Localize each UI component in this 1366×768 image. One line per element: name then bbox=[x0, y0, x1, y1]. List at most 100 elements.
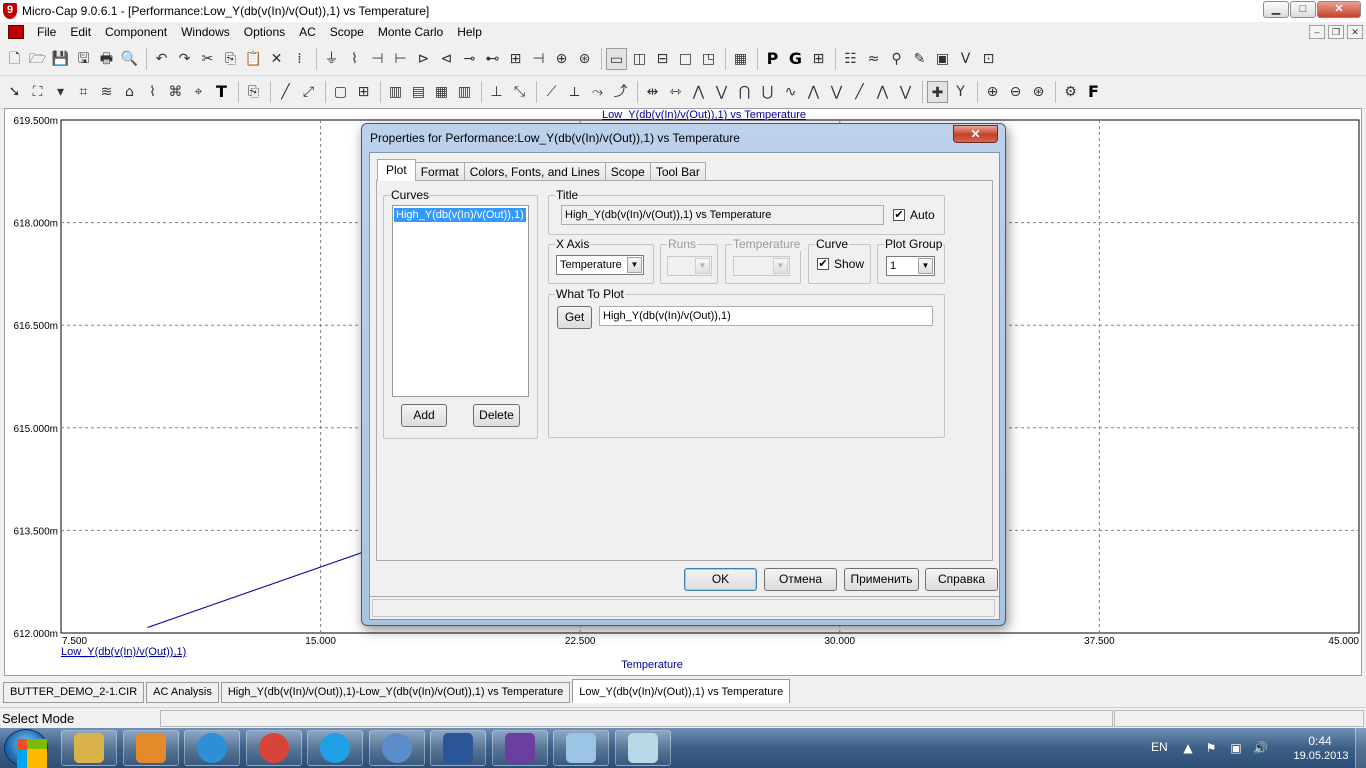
mdi-restore-button[interactable]: ❐ bbox=[1328, 25, 1344, 39]
microcap-app-icon[interactable]: 9 bbox=[3, 3, 17, 19]
top-icon[interactable]: ╱ bbox=[849, 81, 870, 103]
window-layout-4-icon[interactable]: □ bbox=[675, 48, 696, 70]
menu-component[interactable]: Component bbox=[98, 25, 174, 39]
cancel-button[interactable]: Отмена bbox=[764, 568, 837, 591]
dialog-close-button[interactable]: ✕ bbox=[953, 125, 998, 143]
flag-mode-icon[interactable]: ⌇ bbox=[142, 81, 163, 103]
tab-scope[interactable]: Scope bbox=[604, 162, 651, 181]
menu-windows[interactable]: Windows bbox=[174, 25, 237, 39]
menu-help[interactable]: Help bbox=[450, 25, 489, 39]
mdi-minimize-button[interactable]: – bbox=[1309, 25, 1325, 39]
select-all-icon[interactable]: ⁞ bbox=[289, 48, 310, 70]
table-icon[interactable]: ⊞ bbox=[808, 48, 829, 70]
window-layout-2-icon[interactable]: ◫ bbox=[629, 48, 650, 70]
doc-tab-low-performance[interactable]: Low_Y(db(v(In)/v(Out)),1) vs Temperature bbox=[572, 679, 791, 703]
language-indicator[interactable]: EN bbox=[1151, 740, 1168, 754]
cursor-right-icon[interactable]: ⇿ bbox=[665, 81, 686, 103]
window-layout-3-icon[interactable]: ⊟ bbox=[652, 48, 673, 70]
rectangle-icon[interactable]: ▢ bbox=[330, 81, 351, 103]
tag-y-icon[interactable]: Y bbox=[950, 81, 971, 103]
tangent-icon[interactable]: ⤡ bbox=[509, 81, 530, 103]
node-mode-icon[interactable]: ⌂ bbox=[119, 81, 140, 103]
battery-icon[interactable]: ⊲ bbox=[436, 48, 457, 70]
graphics-icon[interactable]: ⎘ bbox=[243, 81, 264, 103]
taskbar-button[interactable] bbox=[122, 730, 179, 766]
capacitor-icon[interactable]: ⊣ bbox=[367, 48, 388, 70]
slope-icon[interactable]: ⟋ bbox=[541, 81, 562, 103]
waveform-icon[interactable]: ≈ bbox=[863, 48, 884, 70]
get-button[interactable]: Get bbox=[557, 306, 592, 329]
switch-icon[interactable]: ⊣ bbox=[528, 48, 549, 70]
help-button[interactable]: Справка bbox=[925, 568, 998, 591]
inflection-icon[interactable]: ∿ bbox=[780, 81, 801, 103]
plot-button[interactable]: G bbox=[785, 48, 806, 70]
tag-x-icon[interactable]: ✚ bbox=[927, 81, 948, 103]
taskbar-button[interactable] bbox=[553, 730, 609, 766]
print-icon[interactable]: 🖶 bbox=[96, 48, 117, 70]
zoom-fit-icon[interactable]: ⊛ bbox=[1028, 81, 1049, 103]
cut-icon[interactable]: ✂ bbox=[197, 48, 218, 70]
transistor-icon[interactable]: ⊸ bbox=[459, 48, 480, 70]
paste-icon[interactable]: 📋 bbox=[243, 48, 264, 70]
bus-mode-icon[interactable]: ≋ bbox=[96, 81, 117, 103]
horizontal-tag-icon[interactable]: ⤳ bbox=[587, 81, 608, 103]
save-all-icon[interactable]: 🖫 bbox=[73, 48, 94, 70]
menu-monte-carlo[interactable]: Monte Carlo bbox=[371, 25, 450, 39]
axis-grid-1-icon[interactable]: ▥ bbox=[385, 81, 406, 103]
window-layout-1-icon[interactable]: ▭ bbox=[606, 48, 627, 70]
print-preview-icon[interactable]: 🔍 bbox=[119, 48, 140, 70]
dropdown-arrow-icon[interactable]: ▾ bbox=[50, 81, 71, 103]
clock-date[interactable]: 19.05.2013 bbox=[1286, 750, 1356, 762]
curves-listbox[interactable]: High_Y(db(v(In)/v(Out)),1) bbox=[392, 205, 529, 397]
taskbar-button[interactable] bbox=[430, 730, 486, 766]
taskbar-button[interactable] bbox=[61, 730, 117, 766]
add-curve-button[interactable]: Add bbox=[401, 404, 447, 427]
doc-tab-high-low-performance[interactable]: High_Y(db(v(In)/v(Out)),1)-Low_Y(db(v(In… bbox=[220, 682, 571, 703]
close-button[interactable]: ✕ bbox=[1317, 1, 1361, 18]
doc-tab-circuit[interactable]: BUTTER_DEMO_2-1.CIR bbox=[3, 682, 145, 703]
global-low-icon[interactable]: ⋁ bbox=[826, 81, 847, 103]
zoom-window-icon[interactable]: ⊡ bbox=[978, 48, 999, 70]
transformer-icon[interactable]: ⊛ bbox=[574, 48, 595, 70]
numeric-output-icon[interactable]: ☷ bbox=[840, 48, 861, 70]
taskbar-button[interactable] bbox=[307, 730, 363, 766]
axis-grid-4-icon[interactable]: ▥ bbox=[454, 81, 475, 103]
tab-format[interactable]: Format bbox=[414, 162, 465, 181]
component-mode-icon[interactable]: ⛶ bbox=[27, 81, 48, 103]
open-file-icon[interactable]: 🗁 bbox=[27, 48, 48, 70]
menu-file[interactable]: File bbox=[30, 25, 63, 39]
line-icon[interactable]: ╱ bbox=[275, 81, 296, 103]
settings-icon[interactable]: ⚙ bbox=[1060, 81, 1081, 103]
taskbar-button[interactable] bbox=[184, 730, 240, 766]
resistor-icon[interactable]: ⌇ bbox=[344, 48, 365, 70]
font-tool-icon[interactable]: F bbox=[1083, 81, 1104, 103]
chevron-down-icon[interactable]: ▼ bbox=[627, 257, 642, 273]
vertical-tag-icon[interactable]: ⤴ bbox=[610, 81, 631, 103]
info-mode-icon[interactable]: ⌘ bbox=[165, 81, 186, 103]
bottom-icon[interactable]: ⋀ bbox=[872, 81, 893, 103]
new-file-icon[interactable]: 🗋 bbox=[4, 48, 25, 70]
global-high-icon[interactable]: ⋀ bbox=[803, 81, 824, 103]
maximize-button[interactable]: □ bbox=[1290, 1, 1316, 18]
opamp-icon[interactable]: ⊞ bbox=[505, 48, 526, 70]
peak-icon[interactable]: ⋀ bbox=[688, 81, 709, 103]
inductor-icon[interactable]: ⊢ bbox=[390, 48, 411, 70]
slope-point-icon[interactable]: ⋁ bbox=[895, 81, 916, 103]
vd-icon[interactable]: V bbox=[955, 48, 976, 70]
menu-scope[interactable]: Scope bbox=[323, 25, 371, 39]
axis-grid-2-icon[interactable]: ▤ bbox=[408, 81, 429, 103]
tab-colors-fonts-lines[interactable]: Colors, Fonts, and Lines bbox=[463, 162, 606, 181]
taskbar-button[interactable] bbox=[614, 730, 671, 766]
undo-icon[interactable]: ↶ bbox=[151, 48, 172, 70]
valley-icon[interactable]: ⋁ bbox=[711, 81, 732, 103]
chart-properties-icon[interactable]: ▣ bbox=[932, 48, 953, 70]
tab-tool-bar[interactable]: Tool Bar bbox=[649, 162, 706, 181]
copy-icon[interactable]: ⎘ bbox=[220, 48, 241, 70]
chevron-down-icon[interactable]: ▼ bbox=[918, 258, 933, 274]
window-layout-5-icon[interactable]: ◳ bbox=[698, 48, 719, 70]
grid-icon[interactable]: ⊞ bbox=[353, 81, 374, 103]
title-field[interactable]: High_Y(db(v(In)/v(Out)),1) vs Temperatur… bbox=[561, 205, 884, 225]
mdi-close-button[interactable]: ✕ bbox=[1347, 25, 1363, 39]
baseline-icon[interactable]: ⊥ bbox=[486, 81, 507, 103]
show-hidden-icons-icon[interactable]: ▲ bbox=[1181, 741, 1195, 755]
